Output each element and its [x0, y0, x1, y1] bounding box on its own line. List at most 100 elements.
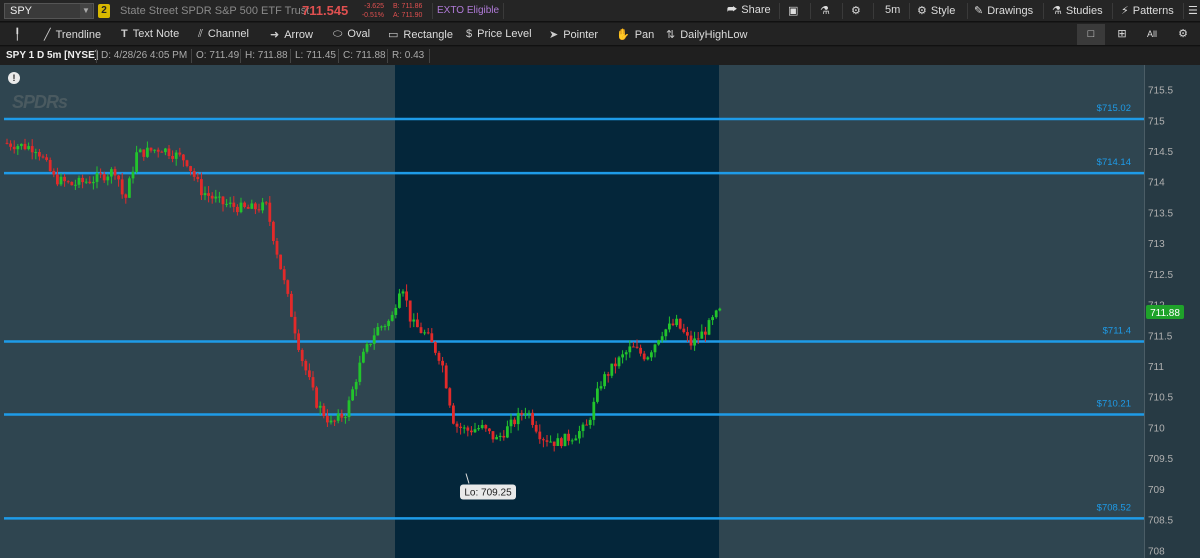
candle-body	[268, 202, 272, 222]
candle-body	[646, 357, 650, 360]
candle-body	[182, 154, 185, 161]
chart-canvas[interactable]: 715.5715714.5714713.5713712.5712711.5711…	[0, 65, 1200, 558]
candle-body	[516, 412, 520, 425]
candle-body	[164, 148, 167, 153]
candle-body	[138, 149, 142, 153]
candle-body	[520, 412, 524, 415]
divider	[842, 3, 843, 19]
candle-body	[221, 196, 225, 205]
candle-body	[657, 340, 660, 345]
info-icon[interactable]: !	[8, 72, 20, 84]
candle-body	[358, 362, 362, 382]
tool-rectangle[interactable]: ▭ Rectangle	[388, 28, 453, 41]
menu-icon[interactable]: ☰	[1188, 4, 1198, 17]
oval-icon: ⬭	[333, 28, 343, 40]
single-layout-icon[interactable]: □	[1077, 24, 1105, 45]
tool-label: Arrow	[284, 29, 313, 41]
y-tick-label: 715	[1148, 116, 1165, 127]
candle-body	[484, 425, 488, 429]
price-chart[interactable]: 715.5715714.5714713.5713712.5712711.5711…	[0, 65, 1200, 558]
candle-body	[290, 293, 293, 317]
divider	[1183, 3, 1184, 19]
candle-body	[383, 325, 387, 327]
candle-body	[606, 374, 610, 376]
candle-body	[524, 413, 527, 415]
candle-body	[185, 160, 189, 167]
candle-body	[344, 417, 347, 419]
candle-body	[556, 438, 560, 446]
candle-body	[239, 202, 243, 213]
tool-daily-high-low[interactable]: ⇅ DailyHighLow	[666, 28, 747, 41]
candle-body	[596, 388, 599, 402]
candle-body	[714, 310, 718, 318]
candle-body	[689, 335, 693, 346]
percent-change-value: -0.51%	[361, 12, 384, 19]
candle-body	[498, 435, 502, 438]
patterns-button[interactable]: ⚡ Patterns	[1121, 4, 1174, 17]
period-button[interactable]: 5m	[885, 4, 900, 16]
chevron-down-icon[interactable]: ▼	[80, 4, 92, 18]
gear-icon[interactable]: ⚙	[851, 4, 861, 17]
hand-icon: ✋	[616, 29, 630, 41]
chart-settings-icon[interactable]: ▣	[788, 4, 798, 17]
candle-body	[509, 419, 513, 427]
candle-body	[628, 346, 632, 353]
candle-body	[578, 431, 581, 439]
candle-body	[398, 293, 401, 308]
info-row: SPY 1 D 5m [NYSE] D: 4/28/26 4:05 PM O: …	[0, 47, 1200, 65]
candle-body	[171, 155, 174, 159]
candle-body	[513, 419, 516, 425]
all-button[interactable]: All	[1138, 24, 1166, 45]
candle-body	[462, 427, 466, 429]
candle-body	[149, 147, 153, 151]
tool-label: Pan	[634, 29, 655, 41]
candle-body	[257, 209, 261, 211]
candle-body	[153, 149, 156, 151]
tool-text-note[interactable]: T Text Note	[121, 28, 179, 40]
divider	[779, 3, 780, 19]
candle-body	[286, 280, 290, 294]
tool-price-level[interactable]: $ Price Level	[466, 28, 532, 40]
candle-body	[81, 177, 84, 183]
candle-body	[203, 193, 207, 196]
tool-label: Pointer	[563, 29, 599, 41]
style-button[interactable]: ⚙ Style	[917, 4, 955, 17]
candle-body	[308, 370, 311, 378]
tool-label: Rectangle	[403, 29, 453, 41]
tool-pointer[interactable]: ➤ Pointer	[549, 28, 598, 41]
candle-body	[196, 176, 200, 180]
divider	[432, 3, 433, 19]
tool-pan[interactable]: ✋ Pan	[616, 28, 654, 41]
candle-body	[711, 317, 714, 321]
link-group-badge[interactable]: 2	[98, 4, 110, 18]
pin-icon[interactable]: ╿	[14, 28, 21, 41]
bar-high: H: 711.88	[245, 50, 288, 61]
candle-body	[534, 424, 538, 432]
divider	[240, 49, 241, 63]
candle-body	[365, 344, 369, 352]
tool-arrow[interactable]: ➜ Arrow	[270, 28, 313, 41]
share-button[interactable]: ⮫ Share	[727, 4, 771, 17]
flask-icon[interactable]: ⚗	[820, 4, 830, 17]
tool-label: Price Level	[477, 28, 532, 40]
candle-body	[160, 151, 164, 153]
tool-oval[interactable]: ⬭ Oval	[333, 28, 370, 41]
studies-button[interactable]: ⚗ Studies	[1052, 4, 1103, 17]
candle-body	[704, 331, 707, 335]
y-tick-label: 711	[1148, 362, 1164, 373]
candle-body	[48, 159, 52, 171]
y-tick-label: 709	[1148, 485, 1165, 496]
bar-range: R: 0.43	[392, 50, 425, 61]
gear-icon[interactable]: ⚙	[1169, 24, 1197, 45]
candle-body	[567, 433, 570, 441]
drawings-button[interactable]: ✎ Drawings	[974, 4, 1033, 17]
grid-layout-icon[interactable]: ⊞	[1108, 24, 1136, 45]
last-price: 711.545	[302, 3, 349, 18]
tool-trendline[interactable]: ╱ Trendline	[44, 28, 101, 41]
candle-body	[531, 412, 534, 425]
candle-body	[527, 412, 531, 414]
tool-label: Trendline	[55, 29, 102, 41]
y-tick-label: 713	[1148, 239, 1165, 250]
candle-body	[135, 152, 138, 172]
tool-channel[interactable]: ⫽ Channel	[198, 28, 249, 41]
